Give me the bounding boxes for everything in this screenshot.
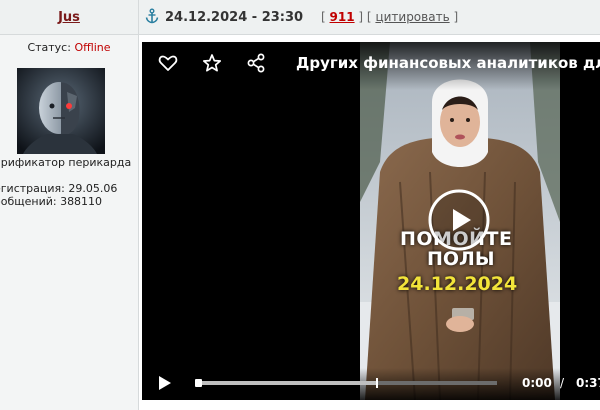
time-separator: /	[560, 376, 565, 390]
user-message-count: ообщений: 388110	[0, 195, 103, 208]
video-overlay-date: 24.12.2024	[397, 273, 518, 295]
status-label: Статус:	[27, 41, 71, 54]
bracket-open: [	[366, 10, 372, 24]
play-icon[interactable]	[158, 375, 172, 391]
avatar[interactable]	[17, 68, 105, 154]
video-player[interactable]: Других финансовых аналитиков для ПОМОЙТЕ…	[142, 42, 600, 400]
bracket-close: ]	[453, 10, 459, 24]
post-header: 24.12.2024 - 23:30 [ 911 ] [ цитировать …	[139, 0, 600, 35]
anchor-icon[interactable]	[144, 8, 160, 24]
big-play-button[interactable]	[427, 188, 491, 252]
bracket-open: [	[321, 10, 326, 24]
status-value: Offline	[74, 41, 111, 54]
heart-icon[interactable]	[157, 52, 179, 74]
avatar-image	[17, 68, 105, 154]
bracket-close: ]	[358, 10, 364, 24]
user-status: Статус: Offline	[0, 41, 138, 54]
star-icon[interactable]	[201, 52, 223, 74]
post-date: 24.12.2024 - 23:30	[165, 10, 304, 25]
post-actions: [ 911 ] [ цитировать ]	[321, 10, 458, 24]
user-rank: арификатор перикарда	[0, 156, 132, 169]
user-name-bar: Jus	[0, 0, 138, 35]
user-column: Jus Статус: Offline арификатор перикарда…	[0, 0, 139, 410]
time-total: 0:37	[576, 376, 600, 390]
username-link[interactable]: Jus	[0, 10, 138, 25]
progress-marker	[376, 378, 378, 388]
progress-buffered	[195, 381, 377, 385]
time-current: 0:00	[522, 376, 552, 390]
video-title[interactable]: Других финансовых аналитиков для	[296, 54, 600, 72]
quote-link[interactable]: цитировать	[375, 10, 449, 24]
progress-handle[interactable]	[195, 379, 202, 387]
post-number-link[interactable]: 911	[330, 10, 355, 24]
progress-bar[interactable]	[195, 381, 497, 385]
user-registration: егистрация: 29.05.06	[0, 182, 118, 195]
share-icon[interactable]	[245, 52, 267, 74]
